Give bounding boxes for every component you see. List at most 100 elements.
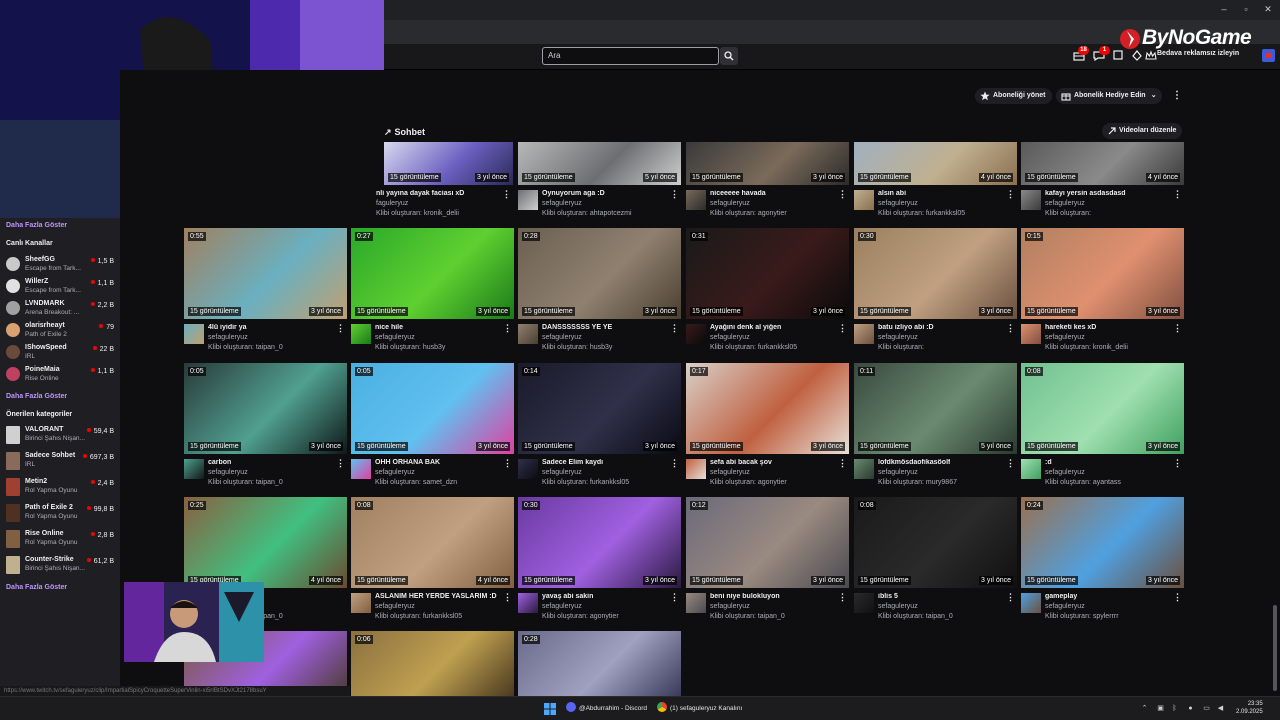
maximize-icon[interactable]: ▫ (1240, 3, 1252, 15)
clip-more-icon[interactable]: ⋮ (670, 323, 679, 334)
clip-card[interactable]: 0:24 15 görüntüleme 3 yıl önce gameplay sefa… (1021, 497, 1184, 631)
clip-more-icon[interactable]: ⋮ (336, 323, 345, 334)
clip-card[interactable]: 0:05 15 görüntüleme 3 yıl önce OHH ORHANA B… (351, 363, 514, 497)
sidebar-channel-item[interactable]: SheefGG Escape from Tark... 1,5 B (6, 254, 116, 276)
clip-channel[interactable]: sefaguleryuz (1045, 334, 1085, 341)
clip-avatar[interactable] (518, 190, 538, 210)
clip-card[interactable]: 15 görüntüleme 4 yıl önce kafayı yersin as… (1021, 142, 1184, 228)
search-button[interactable] (720, 47, 738, 65)
clip-channel[interactable]: sefaguleryuz (710, 469, 750, 476)
clip-channel[interactable]: sefaguleryuz (878, 334, 918, 341)
clip-thumbnail[interactable]: 0:25 15 görüntüleme 4 yıl önce (184, 497, 347, 588)
clip-more-icon[interactable]: ⋮ (1173, 458, 1182, 469)
bluetooth-icon[interactable]: ᛒ (1170, 704, 1179, 713)
clip-thumbnail[interactable]: 0:31 15 görüntüleme 3 yıl önce (686, 228, 849, 319)
clip-channel[interactable]: sefaguleryuz (542, 469, 582, 476)
clip-more-icon[interactable]: ⋮ (503, 458, 512, 469)
clip-more-icon[interactable]: ⋮ (838, 189, 847, 200)
clip-card[interactable]: 0:17 15 görüntüleme 3 yıl önce sefa abi bac… (686, 363, 849, 497)
clip-thumbnail[interactable]: 0:05 15 görüntüleme 3 yıl önce (184, 363, 347, 454)
clip-avatar[interactable] (854, 324, 874, 344)
clip-avatar[interactable] (351, 459, 371, 479)
clip-channel[interactable]: sefaguleryuz (1045, 200, 1085, 207)
clip-thumbnail[interactable]: 0:28 15 görüntüleme 3 yıl önce (518, 228, 681, 319)
clip-avatar[interactable] (184, 324, 204, 344)
sidebar-category-item[interactable]: Sadece Sohbet IRL 697,3 B (6, 450, 116, 472)
clip-thumbnail[interactable]: 0:08 15 görüntüleme 3 yıl önce (854, 497, 1017, 588)
clip-channel[interactable]: sefaguleryuz (1045, 603, 1085, 610)
gift-subscription-button[interactable]: Abonelik Hediye Edin ⌄ (1056, 88, 1162, 104)
clip-channel[interactable]: sefaguleryuz (542, 603, 582, 610)
sidebar-channel-item[interactable]: LVNDMARK Arena Breakout: ... 2,2 B (6, 298, 116, 320)
clip-more-icon[interactable]: ⋮ (1006, 458, 1015, 469)
clip-avatar[interactable] (518, 324, 538, 344)
clip-card[interactable]: 15 görüntüleme 4 yıl önce alsın abi sefagul… (854, 142, 1017, 228)
clip-channel[interactable]: sefaguleryuz (710, 603, 750, 610)
clip-title[interactable]: carbon (208, 459, 231, 466)
sidebar-channel-item[interactable]: olarisrheayt Path of Exile 2 79 (6, 320, 116, 342)
clip-title[interactable]: iblis 5 (878, 593, 898, 600)
clip-thumbnail[interactable]: 0:27 15 görüntüleme 3 yıl önce (351, 228, 514, 319)
sidebar-category-item[interactable]: Path of Exile 2 Rol Yapma Oyunu 99,8 B (6, 502, 116, 524)
sidebar-category-item[interactable]: Rise Online Rol Yapma Oyunu 2,8 B (6, 528, 116, 550)
clip-title[interactable]: lofdkmösdaofikasöolf (878, 459, 950, 466)
clip-channel[interactable]: sefaguleryuz (542, 200, 582, 207)
clip-channel[interactable]: sefaguleryuz (375, 603, 415, 610)
clip-avatar[interactable] (686, 324, 706, 344)
clip-more-icon[interactable]: ⋮ (1006, 189, 1015, 200)
notifications-icon[interactable] (1112, 50, 1124, 61)
clip-title[interactable]: :d (1045, 459, 1052, 466)
clip-more-icon[interactable]: ⋮ (838, 458, 847, 469)
sidebar-category-item[interactable]: Counter-Strike Birinci Şahıs Nişan... 61… (6, 554, 116, 576)
clip-card[interactable]: 0:55 15 görüntüleme 3 yıl önce 4lü iyidir y… (184, 228, 347, 362)
clip-card[interactable]: 0:14 15 görüntüleme 3 yıl önce Sadece Elim … (518, 363, 681, 497)
clip-avatar[interactable] (1021, 593, 1041, 613)
clip-channel[interactable]: sefaguleryuz (878, 200, 918, 207)
search-input[interactable]: Ara (542, 47, 719, 65)
clip-thumbnail[interactable]: 0:15 15 görüntüleme 3 yıl önce (1021, 228, 1184, 319)
clip-thumbnail[interactable]: 15 görüntüleme 3 yıl önce (384, 142, 513, 185)
avatar[interactable] (1262, 49, 1275, 62)
clip-card[interactable]: 0:08 15 görüntüleme 3 yıl önce:d sefagulery… (1021, 363, 1184, 497)
clip-thumbnail[interactable]: 0:06 (351, 631, 514, 696)
clip-more-icon[interactable]: ⋮ (1173, 323, 1182, 334)
clip-thumbnail[interactable]: 0:30 15 görüntüleme 3 yıl önce (518, 497, 681, 588)
clip-card[interactable]: 15 görüntüleme 3 yıl önce niceeeee havada s… (686, 142, 849, 228)
volume-icon[interactable]: ◀ (1216, 704, 1225, 713)
clip-avatar[interactable] (351, 593, 371, 613)
clip-more-icon[interactable]: ⋮ (838, 592, 847, 603)
clip-avatar[interactable] (686, 190, 706, 210)
clip-channel[interactable]: sefaguleryuz (878, 603, 918, 610)
page-scrollbar[interactable] (1272, 70, 1278, 696)
clip-more-icon[interactable]: ⋮ (336, 458, 345, 469)
crown-icon[interactable] (1145, 50, 1157, 61)
clip-thumbnail[interactable]: 0:24 15 görüntüleme 3 yıl önce (1021, 497, 1184, 588)
clip-title[interactable]: sefa abi bacak şov (710, 459, 772, 466)
clip-avatar[interactable] (518, 593, 538, 613)
clip-title[interactable]: ASLANIM HER YERDE YASLARIM :D (375, 593, 497, 600)
clip-channel[interactable]: sefaguleryuz (1045, 469, 1085, 476)
clip-title[interactable]: hareketi kes xD (1045, 324, 1096, 331)
clip-avatar[interactable] (184, 459, 204, 479)
clip-thumbnail[interactable]: 0:05 15 görüntüleme 3 yıl önce (351, 363, 514, 454)
clip-channel[interactable]: sefaguleryuz (710, 334, 750, 341)
clip-thumbnail[interactable]: 0:11 15 görüntüleme 5 yıl önce (854, 363, 1017, 454)
clip-thumbnail[interactable]: 0:17 15 görüntüleme 3 yıl önce (686, 363, 849, 454)
clip-title[interactable]: OHH ORHANA BAK (375, 459, 440, 466)
more-options-icon[interactable]: ⋮ (1172, 90, 1182, 102)
minimize-icon[interactable]: – (1218, 3, 1230, 15)
clip-card[interactable]: 0:08 15 görüntüleme 3 yıl önce iblis 5 sefag… (854, 497, 1017, 631)
clip-title[interactable]: beni niye bulokluyon (710, 593, 780, 600)
taskbar-chrome[interactable]: (1) sefaguleryuz Kanalını (657, 702, 742, 716)
mic-icon[interactable]: ● (1186, 704, 1195, 713)
sidebar-category-item[interactable]: Metin2 Rol Yapma Oyunu 2,4 B (6, 476, 116, 498)
clip-title[interactable]: kafayı yersin asdasdasd (1045, 190, 1126, 197)
clip-card[interactable]: 15 görüntüleme 3 yıl önce nli yayına dayak… (350, 142, 513, 228)
clip-card[interactable]: 0:28 15 görüntüleme 3 yıl önce DANSSSSSSS Y… (518, 228, 681, 362)
clip-avatar[interactable] (1021, 190, 1041, 210)
adfree-label[interactable]: Bedava reklamsız izleyin (1157, 50, 1239, 57)
clip-avatar[interactable] (686, 459, 706, 479)
clip-more-icon[interactable]: ⋮ (1006, 323, 1015, 334)
edit-videos-button[interactable]: Videoları düzenle (1102, 123, 1183, 139)
clip-channel[interactable]: faguleryuz (376, 200, 408, 207)
